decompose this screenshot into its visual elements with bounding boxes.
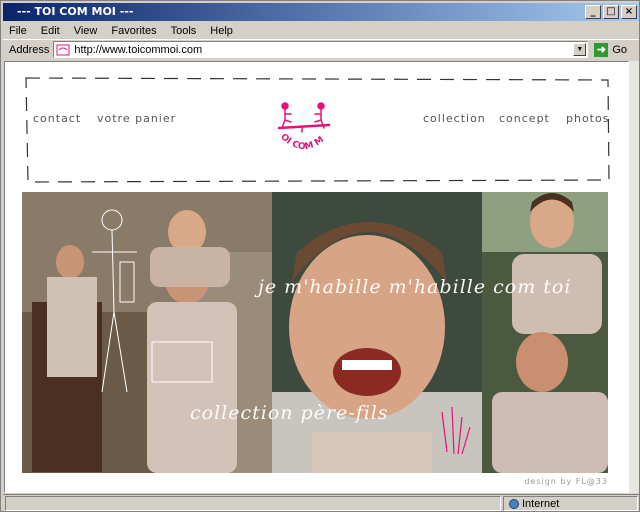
go-label: Go: [612, 43, 628, 56]
photo-father-son-2: [482, 192, 608, 473]
design-credit: design by FL@33: [524, 477, 608, 486]
status-zone-label: Internet: [522, 497, 560, 510]
close-button[interactable]: ×: [621, 5, 637, 19]
minimize-button[interactable]: _: [585, 5, 601, 19]
window-title: --- TOI COM MOI ---: [17, 5, 134, 18]
address-bar: Address http://www.toicommoi.com ▼ ➜ Go: [3, 39, 639, 59]
nav-concept[interactable]: concept: [499, 112, 550, 125]
menu-help[interactable]: Help: [210, 25, 233, 37]
maximize-button[interactable]: □: [603, 5, 619, 19]
address-field[interactable]: http://www.toicommoi.com ▼: [53, 41, 589, 58]
overlay-collection: collection père-fils: [190, 402, 389, 424]
nav-photos[interactable]: photos: [566, 112, 609, 125]
site-header: contact votre panier collection concept …: [23, 76, 611, 184]
page-icon: [56, 44, 70, 55]
photo-father-son-1: [22, 192, 272, 473]
overlay-slogan: je m'habille m'habille com toi: [258, 276, 572, 298]
globe-icon: [509, 499, 519, 509]
menu-edit[interactable]: Edit: [41, 25, 60, 37]
address-label: Address: [9, 43, 50, 56]
nav-votre-panier[interactable]: votre panier: [97, 112, 176, 125]
page-viewport: contact votre panier collection concept …: [4, 61, 629, 493]
status-zone: Internet: [503, 496, 638, 511]
photo-laughing-boy: [272, 192, 482, 473]
status-bar: Internet: [3, 494, 639, 511]
menu-bar: File Edit View Favorites Tools Help: [3, 22, 639, 39]
go-button[interactable]: ➜ Go: [594, 42, 628, 57]
vertical-scrollbar[interactable]: [629, 61, 639, 493]
menu-file[interactable]: File: [9, 25, 27, 37]
status-message: [5, 496, 501, 511]
menu-favorites[interactable]: Favorites: [111, 25, 156, 37]
address-dropdown-icon[interactable]: ▼: [573, 43, 587, 56]
toi-com-moi-logo[interactable]: TOI COM MOI: [269, 98, 339, 168]
hero-photo-strip: je m'habille m'habille com toi collectio…: [22, 192, 608, 473]
title-bar: --- TOI COM MOI --- _ □ ×: [3, 3, 639, 21]
nav-collection[interactable]: collection: [423, 112, 486, 125]
menu-tools[interactable]: Tools: [171, 25, 197, 37]
browser-window: --- TOI COM MOI --- _ □ × File Edit View…: [0, 0, 640, 512]
go-arrow-icon: ➜: [594, 42, 609, 57]
menu-view[interactable]: View: [74, 25, 98, 37]
address-url: http://www.toicommoi.com: [74, 43, 203, 56]
nav-contact[interactable]: contact: [33, 112, 81, 125]
